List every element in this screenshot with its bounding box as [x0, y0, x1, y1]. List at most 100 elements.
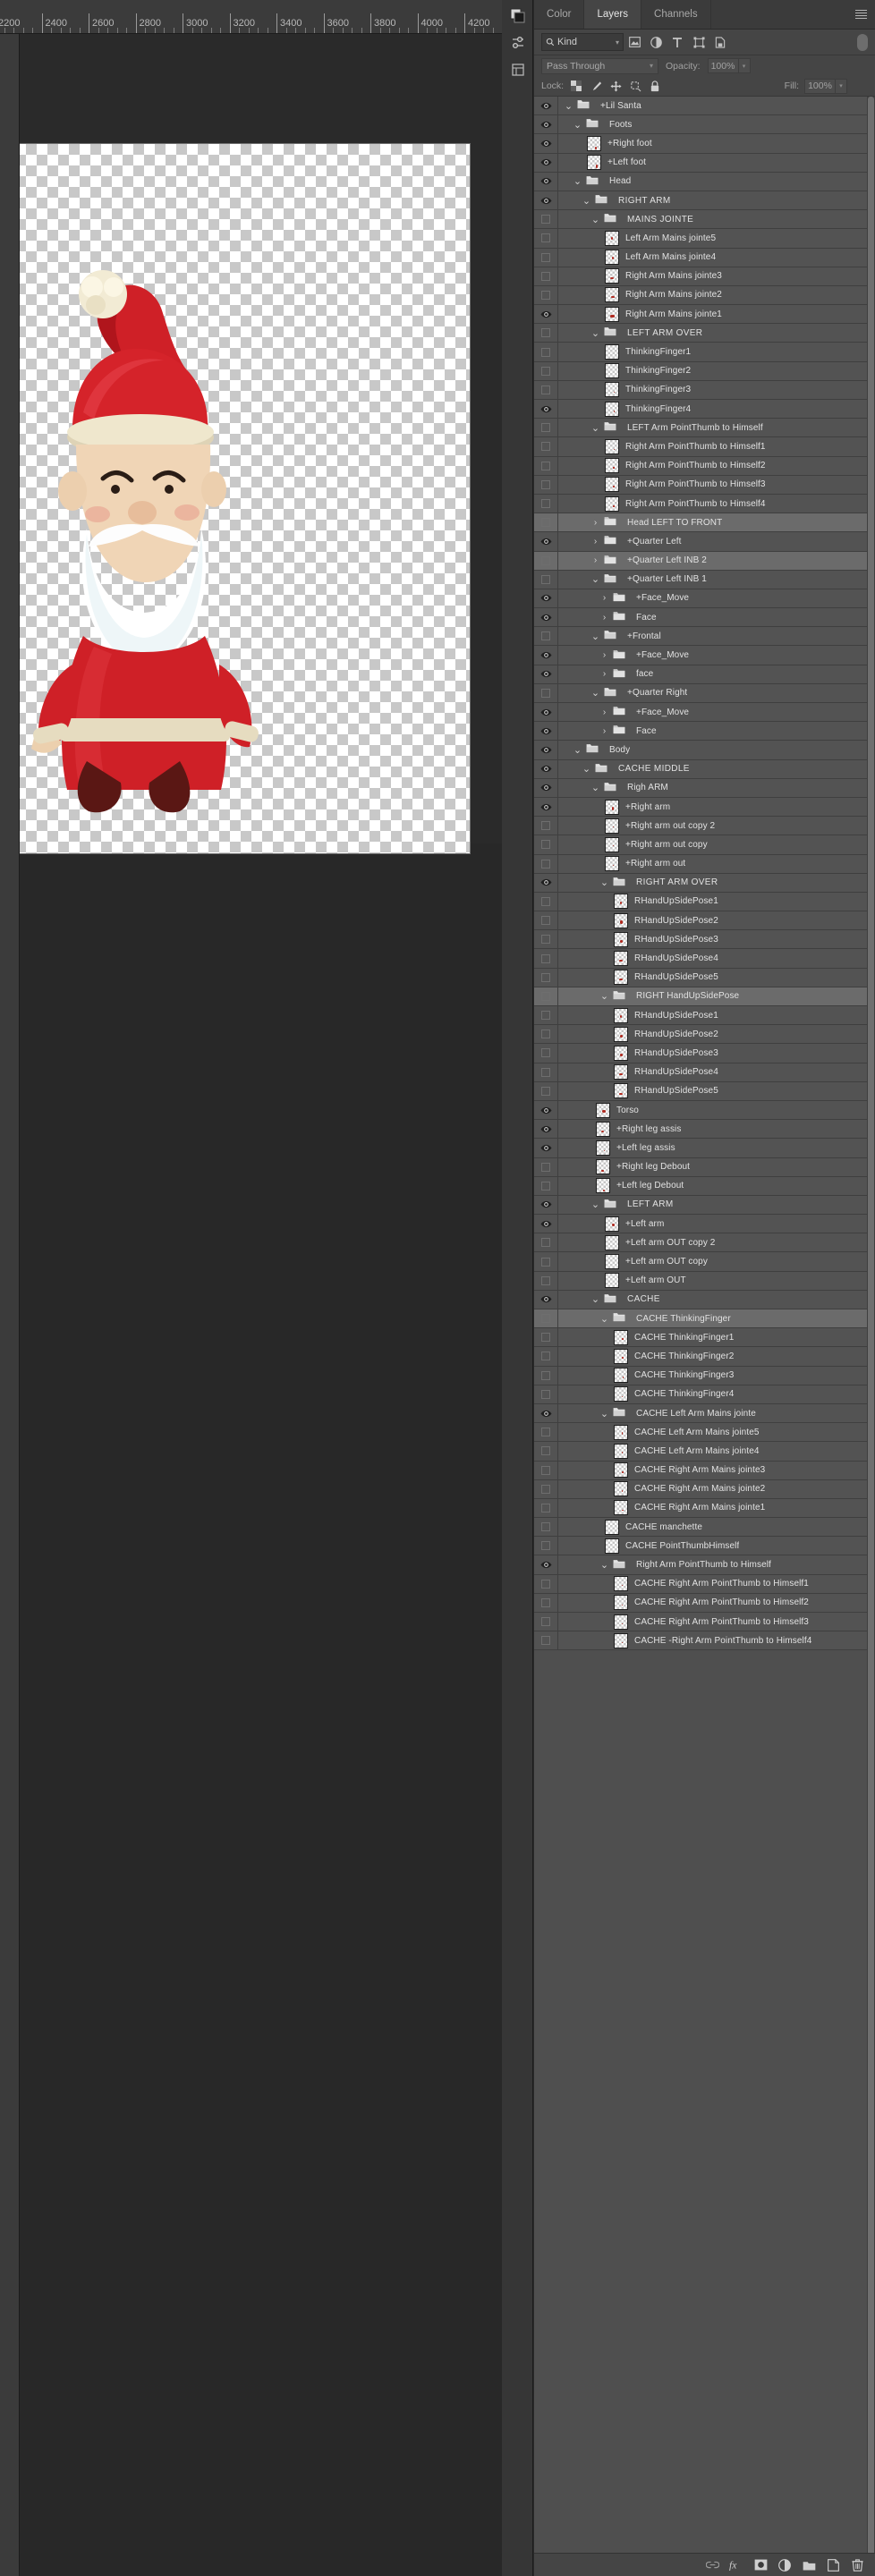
chevron-right-icon[interactable]: ›: [599, 613, 609, 623]
layer-row-body[interactable]: +Right arm out copy: [558, 835, 875, 853]
layer-row-body[interactable]: CACHE Left Arm Mains jointe5: [558, 1423, 875, 1441]
layer-row-body[interactable]: Right Arm PointThumb to Himself1: [558, 437, 875, 455]
layer-row-body[interactable]: Right Arm Mains jointe3: [558, 267, 875, 285]
layer-visibility-eye-icon[interactable]: [534, 703, 558, 722]
layer-visibility-off-icon[interactable]: [534, 1006, 558, 1025]
layer-thumbnail[interactable]: [605, 856, 619, 872]
layer-row-body[interactable]: CACHE ThinkingFinger2: [558, 1347, 875, 1365]
layer-group-row[interactable]: ⌄ RIGHT ARM OVER: [534, 873, 875, 893]
delete-layer-icon[interactable]: [850, 2558, 864, 2572]
hamburger-menu-icon[interactable]: [852, 0, 870, 29]
chevron-down-icon[interactable]: ⌄: [599, 877, 609, 888]
layer-visibility-off-icon[interactable]: [534, 1537, 558, 1555]
layer-row[interactable]: CACHE -Right Arm PointThumb to Himself4: [534, 1631, 875, 1651]
layer-group-row[interactable]: ⌄ +Lil Santa: [534, 97, 875, 116]
layer-row[interactable]: +Right foot: [534, 134, 875, 154]
layer-row[interactable]: +Left arm OUT copy: [534, 1252, 875, 1272]
layer-visibility-eye-icon[interactable]: [534, 172, 558, 191]
layer-row-body[interactable]: ⌄ Body: [558, 741, 875, 758]
layer-row-body[interactable]: ⌄ +Lil Santa: [558, 97, 875, 114]
layer-thumbnail[interactable]: [614, 1045, 628, 1061]
layer-row[interactable]: CACHE Right Arm Mains jointe3: [534, 1461, 875, 1480]
color-swatch-tool-icon[interactable]: [505, 4, 530, 28]
vertical-ruler[interactable]: [0, 34, 20, 2576]
layer-thumbnail[interactable]: [605, 268, 619, 284]
layer-group-row[interactable]: ⌄ +Quarter Right: [534, 683, 875, 703]
layer-row-body[interactable]: ⌄ +Quarter Right: [558, 684, 875, 702]
layer-row[interactable]: +Left leg assis: [534, 1139, 875, 1158]
layer-visibility-eye-icon[interactable]: [534, 646, 558, 665]
layer-thumbnail[interactable]: [605, 496, 619, 512]
layer-row[interactable]: ThinkingFinger3: [534, 380, 875, 400]
layer-visibility-off-icon[interactable]: [534, 1366, 558, 1385]
layer-row-body[interactable]: CACHE Right Arm Mains jointe2: [558, 1480, 875, 1498]
chevron-down-icon[interactable]: ⌄: [599, 990, 609, 1002]
chevron-right-icon[interactable]: ›: [590, 555, 600, 565]
layer-visibility-off-icon[interactable]: [534, 570, 558, 589]
layer-row-body[interactable]: ThinkingFinger1: [558, 343, 875, 360]
layer-row[interactable]: CACHE Right Arm Mains jointe2: [534, 1479, 875, 1499]
layer-visibility-off-icon[interactable]: [534, 267, 558, 285]
chevron-down-icon[interactable]: ⌄: [590, 687, 600, 699]
chevron-down-icon[interactable]: ⌄: [582, 195, 591, 207]
chevron-down-icon[interactable]: ⌄: [590, 327, 600, 339]
layer-thumbnail[interactable]: [596, 1159, 610, 1175]
layer-row-body[interactable]: CACHE Right Arm PointThumb to Himself3: [558, 1613, 875, 1631]
layer-visibility-off-icon[interactable]: [534, 285, 558, 305]
layer-thumbnail[interactable]: [614, 1632, 628, 1648]
layer-visibility-off-icon[interactable]: [534, 1593, 558, 1612]
fill-input[interactable]: 100%: [804, 78, 836, 94]
layer-row-body[interactable]: CACHE ThinkingFinger4: [558, 1385, 875, 1403]
layer-visibility-eye-icon[interactable]: [534, 532, 558, 551]
layer-row-body[interactable]: +Left foot: [558, 154, 875, 172]
layer-row[interactable]: CACHE Left Arm Mains jointe4: [534, 1442, 875, 1462]
layer-visibility-eye-icon[interactable]: [534, 608, 558, 627]
layer-visibility-off-icon[interactable]: [534, 911, 558, 930]
layer-row-body[interactable]: Right Arm PointThumb to Himself2: [558, 457, 875, 475]
layer-row-body[interactable]: ⌄ +Quarter Left INB 1: [558, 571, 875, 589]
chevron-right-icon[interactable]: ›: [590, 537, 600, 547]
layer-group-row[interactable]: ⌄ MAINS JOINTE: [534, 210, 875, 230]
chevron-down-icon[interactable]: ⌄: [573, 744, 582, 756]
layer-group-row[interactable]: ⌄ Body: [534, 741, 875, 760]
layer-row-body[interactable]: RHandUpSidePose5: [558, 1082, 875, 1100]
layer-row[interactable]: RHandUpSidePose1: [534, 1006, 875, 1026]
layer-visibility-off-icon[interactable]: [534, 1347, 558, 1366]
lock-position-icon[interactable]: [608, 79, 623, 93]
layer-row[interactable]: Left Arm Mains jointe5: [534, 229, 875, 249]
layer-thumbnail[interactable]: [614, 931, 628, 947]
layer-visibility-eye-icon[interactable]: [534, 778, 558, 797]
layer-row[interactable]: +Right arm out copy: [534, 835, 875, 855]
layer-row-body[interactable]: Torso: [558, 1101, 875, 1119]
layer-row[interactable]: +Right leg Debout: [534, 1157, 875, 1177]
layer-visibility-off-icon[interactable]: [534, 343, 558, 361]
layer-visibility-eye-icon[interactable]: [534, 1120, 558, 1139]
layer-thumbnail[interactable]: [605, 1254, 619, 1270]
layer-thumbnail[interactable]: [605, 1538, 619, 1554]
layer-visibility-off-icon[interactable]: [534, 1252, 558, 1271]
layer-list-scrollbar[interactable]: [867, 97, 875, 2553]
layer-visibility-eye-icon[interactable]: [534, 1555, 558, 1574]
layer-visibility-off-icon[interactable]: [534, 361, 558, 380]
layer-thumbnail[interactable]: [605, 438, 619, 454]
layer-visibility-off-icon[interactable]: [534, 380, 558, 399]
layer-row[interactable]: RHandUpSidePose4: [534, 1063, 875, 1082]
layer-row[interactable]: CACHE PointThumbHimself: [534, 1537, 875, 1556]
opacity-input[interactable]: 100%: [707, 58, 739, 73]
layer-group-row[interactable]: › +Quarter Left INB 2: [534, 551, 875, 571]
layer-group-row[interactable]: ⌄ CACHE: [534, 1290, 875, 1309]
scrollbar-thumb[interactable]: [868, 97, 874, 2553]
layer-mask-icon[interactable]: [753, 2558, 768, 2572]
layer-row-body[interactable]: › Head LEFT TO FRONT: [558, 513, 875, 531]
layer-row-body[interactable]: Left Arm Mains jointe4: [558, 249, 875, 267]
layer-group-row[interactable]: ⌄ CACHE MIDDLE: [534, 759, 875, 779]
layer-row-body[interactable]: RHandUpSidePose4: [558, 949, 875, 967]
layer-row-body[interactable]: ⌄ CACHE MIDDLE: [558, 760, 875, 778]
layer-thumbnail[interactable]: [605, 1273, 619, 1289]
layer-row[interactable]: CACHE ThinkingFinger3: [534, 1366, 875, 1385]
layer-visibility-off-icon[interactable]: [534, 854, 558, 873]
layer-visibility-off-icon[interactable]: [534, 437, 558, 456]
layer-thumbnail[interactable]: [614, 1007, 628, 1023]
chevron-down-icon[interactable]: ⌄: [599, 1313, 609, 1325]
layer-thumbnail[interactable]: [596, 1178, 610, 1194]
